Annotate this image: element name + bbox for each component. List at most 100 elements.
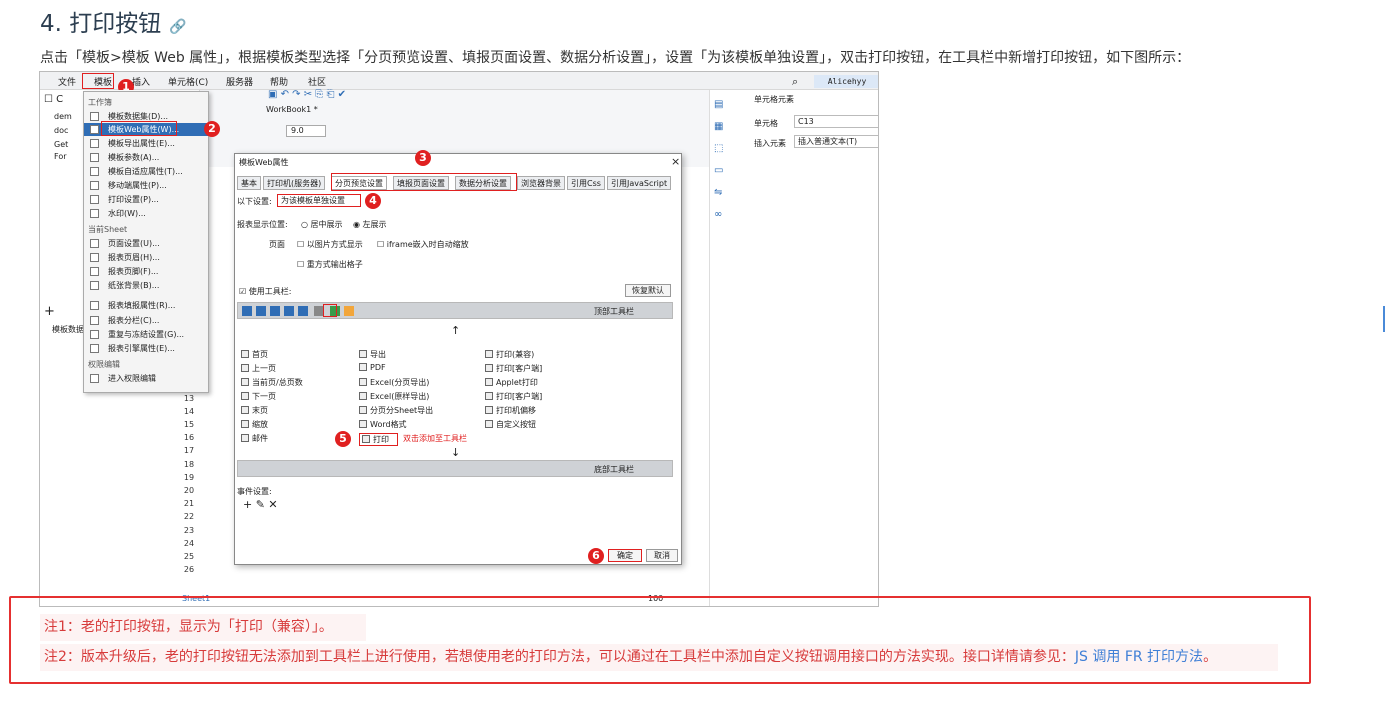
btn-zoom[interactable]: 缩放: [241, 419, 268, 430]
btn-custom[interactable]: 自定义按钮: [485, 419, 536, 430]
tab-css[interactable]: 引用Css: [567, 176, 605, 190]
menu-item[interactable]: 页面设置(U)...: [84, 237, 208, 250]
top-toolbar-label: 顶部工具栏: [594, 307, 634, 316]
btn-page-count[interactable]: 当前页/总页数: [241, 377, 303, 388]
last-page-icon[interactable]: [298, 306, 308, 316]
menu-item[interactable]: 模板参数(A)...: [84, 151, 208, 164]
btn-next-page[interactable]: 下一页: [241, 391, 276, 402]
menu-item[interactable]: 报表填报属性(R)...: [84, 299, 208, 312]
menu-item[interactable]: 重复与冻结设置(G)...: [84, 328, 208, 341]
workbook-tab[interactable]: WorkBook1 *: [266, 105, 318, 114]
checkbox-image[interactable]: ☐ 以图片方式显示: [297, 239, 363, 250]
tree-item[interactable]: dem: [54, 112, 72, 121]
step-badge-2: 2: [204, 121, 220, 137]
bottom-toolbar[interactable]: 底部工具栏: [237, 460, 673, 477]
cancel-button[interactable]: 取消: [646, 549, 678, 562]
tab-javascript[interactable]: 引用JavaScript: [607, 176, 672, 190]
js-print-link[interactable]: JS 调用 FR 打印方法: [1075, 649, 1203, 665]
page-count-icon[interactable]: [270, 306, 280, 316]
btn-applet-print[interactable]: Applet打印: [485, 377, 538, 388]
row-number: 26: [183, 565, 195, 574]
tab-printer[interactable]: 打印机(服务器): [263, 176, 326, 190]
menu-section: 工作簿: [88, 98, 112, 107]
highlight-web-attr: [101, 121, 177, 136]
ok-button[interactable]: 确定: [608, 549, 642, 562]
btn-printer-offset[interactable]: 打印机偏移: [485, 405, 536, 416]
prev-page-icon[interactable]: [256, 306, 266, 316]
scroll-indicator[interactable]: [1383, 306, 1385, 332]
cell-label: 单元格: [754, 119, 778, 128]
btn-print-client[interactable]: 打印[客户端]: [485, 363, 542, 374]
radio-left[interactable]: ◉ 左展示: [353, 219, 387, 230]
font-size-select[interactable]: 9.0: [286, 125, 326, 137]
top-toolbar[interactable]: 顶部工具栏: [237, 302, 673, 319]
menu-section: 当前Sheet: [88, 225, 128, 234]
menu-file[interactable]: 文件: [58, 75, 76, 88]
menu-item[interactable]: 纸张背景(B)...: [84, 279, 208, 292]
close-icon[interactable]: ×: [671, 155, 680, 168]
note-2: 注2：版本升级后，老的打印按钮无法添加到工具栏上进行使用，若想使用老的打印方法，…: [40, 644, 1278, 671]
page-title: 4. 打印按钮 🔗: [40, 4, 187, 38]
note-1: 注1：老的打印按钮，显示为「打印（兼容）」。: [40, 614, 366, 641]
tab-browser-bg[interactable]: 浏览器背景: [517, 176, 565, 190]
btn-excel-raw[interactable]: Excel(原样导出): [359, 391, 429, 402]
btn-email[interactable]: 邮件: [241, 433, 268, 444]
menu-cell[interactable]: 单元格(C): [168, 75, 208, 88]
event-toolbar-icons[interactable]: + ✎ ✕: [243, 498, 278, 511]
insert-select[interactable]: 插入普通文本(T): [794, 135, 878, 148]
btn-export[interactable]: 导出: [359, 349, 386, 360]
search-icon[interactable]: ⌕: [792, 75, 798, 89]
reset-button[interactable]: 恢复默认: [625, 284, 671, 297]
menu-insert[interactable]: 插入: [132, 75, 150, 88]
menu-item[interactable]: 水印(W)...: [84, 207, 208, 220]
email-icon[interactable]: [344, 306, 354, 316]
btn-excel-page[interactable]: Excel(分页导出): [359, 377, 429, 388]
side-icons[interactable]: ▤ ▦ ⬚ ▭ ⇋ ∞: [714, 94, 728, 594]
menu-item[interactable]: 模板导出属性(E)...: [84, 137, 208, 150]
radio-center[interactable]: ○ 居中展示: [301, 219, 343, 230]
screenshot-image: 文件 模板 插入 单元格(C) 服务器 帮助 社区 ⌕ Alicehyy 1 ☐…: [39, 71, 879, 607]
setting-select[interactable]: 为该模板单独设置: [277, 194, 361, 207]
next-page-icon[interactable]: [284, 306, 294, 316]
btn-pdf[interactable]: PDF: [359, 363, 386, 372]
btn-first-page[interactable]: 首页: [241, 349, 268, 360]
menu-item[interactable]: 移动端属性(P)...: [84, 179, 208, 192]
btn-prev-page[interactable]: 上一页: [241, 363, 276, 374]
add-icon[interactable]: +: [44, 304, 55, 319]
user-badge[interactable]: Alicehyy: [814, 75, 878, 88]
menu-item[interactable]: 报表页眉(H)...: [84, 251, 208, 264]
menu-item[interactable]: 打印设置(P)...: [84, 193, 208, 206]
row-number: 24: [183, 539, 195, 548]
checkbox-repeat[interactable]: ☐ 重方式输出格子: [297, 259, 363, 270]
menu-item[interactable]: 报表分栏(C)...: [84, 314, 208, 327]
link-icon[interactable]: 🔗: [169, 19, 186, 35]
checkbox-use-toolbar[interactable]: ☑ 使用工具栏:: [239, 286, 291, 297]
btn-print[interactable]: 打印: [359, 433, 398, 446]
dialog-title: 模板Web属性: [239, 158, 289, 167]
row-number: 23: [183, 526, 195, 535]
menu-server[interactable]: 服务器: [226, 75, 253, 88]
tree-item[interactable]: doc: [54, 126, 68, 135]
btn-sheet-export[interactable]: 分页分Sheet导出: [359, 405, 433, 416]
menu-community[interactable]: 社区: [308, 75, 326, 88]
btn-print-client-2[interactable]: 打印[客户端]: [485, 391, 542, 402]
cell-field[interactable]: C13: [794, 115, 878, 128]
checkbox-iframe[interactable]: ☐ iframe嵌入时自动缩放: [377, 239, 469, 250]
right-panel: ▤ ▦ ⬚ ▭ ⇋ ∞ 单元格元素 单元格 C13 插入元素 插入普通文本(T): [709, 90, 878, 606]
menu-item[interactable]: 报表页脚(F)...: [84, 265, 208, 278]
tree-item[interactable]: For: [54, 152, 67, 161]
tree-item[interactable]: Get: [54, 140, 68, 149]
left-bottom-label: 模板数据: [52, 325, 84, 334]
btn-word[interactable]: Word格式: [359, 419, 407, 430]
toolbar-icons[interactable]: ☐ C: [44, 94, 63, 105]
btn-print-compat[interactable]: 打印(兼容): [485, 349, 534, 360]
menu-item[interactable]: 进入权限编辑: [84, 372, 208, 385]
menu-help[interactable]: 帮助: [270, 75, 288, 88]
note-2-text: 注2：版本升级后，老的打印按钮无法添加到工具栏上进行使用，若想使用老的打印方法，…: [44, 649, 1075, 665]
btn-last-page[interactable]: 末页: [241, 405, 268, 416]
first-page-icon[interactable]: [242, 306, 252, 316]
menu-item[interactable]: 模板自适应属性(T)...: [84, 165, 208, 178]
template-menu: 工作簿 模板数据集(D)... 模板Web属性(W)... 模板导出属性(E).…: [83, 91, 209, 393]
tab-basic[interactable]: 基本: [237, 176, 261, 190]
menu-item[interactable]: 报表引擎属性(E)...: [84, 342, 208, 355]
